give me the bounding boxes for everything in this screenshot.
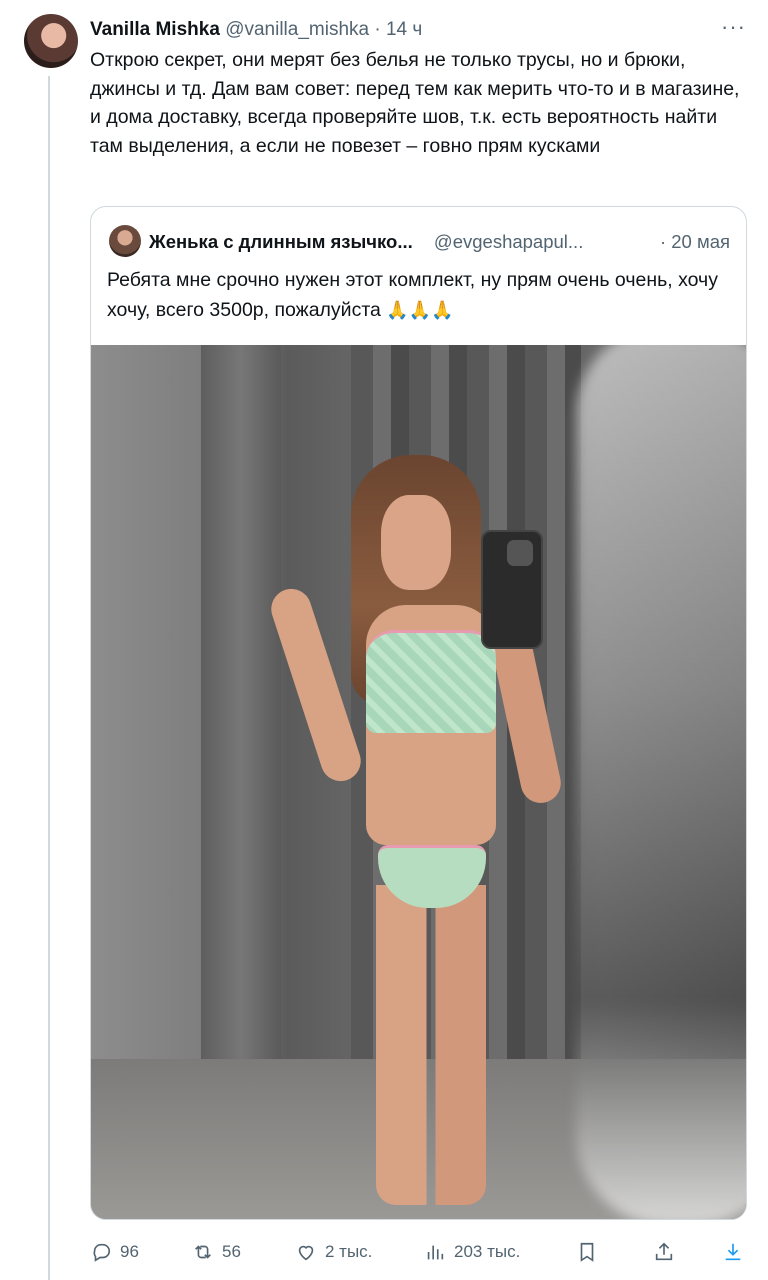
retweet-button[interactable]: 56: [192, 1234, 241, 1270]
quote-author-handle[interactable]: @evgeshapapul...: [434, 231, 583, 252]
bookmark-button[interactable]: [576, 1234, 598, 1270]
phone-camera: [507, 540, 533, 566]
tweet-header: Vanilla Mishka @vanilla_mishka · 14 ч: [90, 16, 748, 44]
like-button[interactable]: 2 тыс.: [295, 1234, 372, 1270]
quote-author-name[interactable]: Женька с длинным язычко...: [149, 231, 413, 252]
views-icon: [427, 1245, 444, 1260]
views-count: 203 тыс.: [454, 1242, 521, 1261]
author-name[interactable]: Vanilla Mishka: [90, 19, 220, 40]
pray-emoji: 🙏🙏🙏: [386, 300, 454, 320]
thread-line: [48, 76, 50, 1280]
reply-icon: [93, 1243, 111, 1262]
bookmark-icon: [580, 1242, 594, 1262]
person-figure: [266, 455, 566, 1215]
reply-button[interactable]: 96: [90, 1234, 139, 1270]
like-count: 2 тыс.: [325, 1242, 373, 1261]
lingerie-top: [366, 630, 496, 733]
download-button[interactable]: [722, 1234, 744, 1270]
quote-photo[interactable]: [91, 345, 746, 1219]
retweet-icon: [195, 1245, 211, 1259]
retweet-count: 56: [222, 1242, 241, 1261]
phone: [481, 530, 543, 649]
avatar[interactable]: [24, 14, 78, 68]
quote-avatar[interactable]: [109, 225, 141, 257]
more-options-icon[interactable]: ···: [721, 14, 746, 40]
quote-header: Женька с длинным язычко... @evgeshapapul…: [149, 227, 730, 257]
reply-count: 96: [120, 1242, 139, 1261]
views-button[interactable]: 203 тыс.: [424, 1234, 520, 1270]
tweet-text: Открою секрет, они мерят без белья не то…: [90, 49, 740, 157]
tweet-time[interactable]: 14 ч: [386, 19, 422, 40]
share-button[interactable]: [653, 1234, 675, 1270]
legs: [376, 885, 486, 1205]
author-handle[interactable]: @vanilla_mishka: [225, 19, 369, 40]
separator: ·: [374, 19, 381, 40]
quote-text: Ребята мне срочно нужен этот комплект, н…: [107, 265, 727, 325]
quoted-tweet[interactable]: Женька с длинным язычко... @evgeshapapul…: [90, 206, 747, 1220]
action-bar: 96 56 2 тыс. 203 тыс.: [90, 1234, 750, 1270]
quote-time[interactable]: · 20 мая: [660, 227, 730, 257]
like-icon: [298, 1245, 314, 1261]
face: [381, 495, 451, 590]
blurred-foreground: [576, 345, 746, 1219]
download-icon: [725, 1243, 741, 1261]
share-icon: [655, 1242, 673, 1261]
curtain-left: [201, 345, 281, 1139]
